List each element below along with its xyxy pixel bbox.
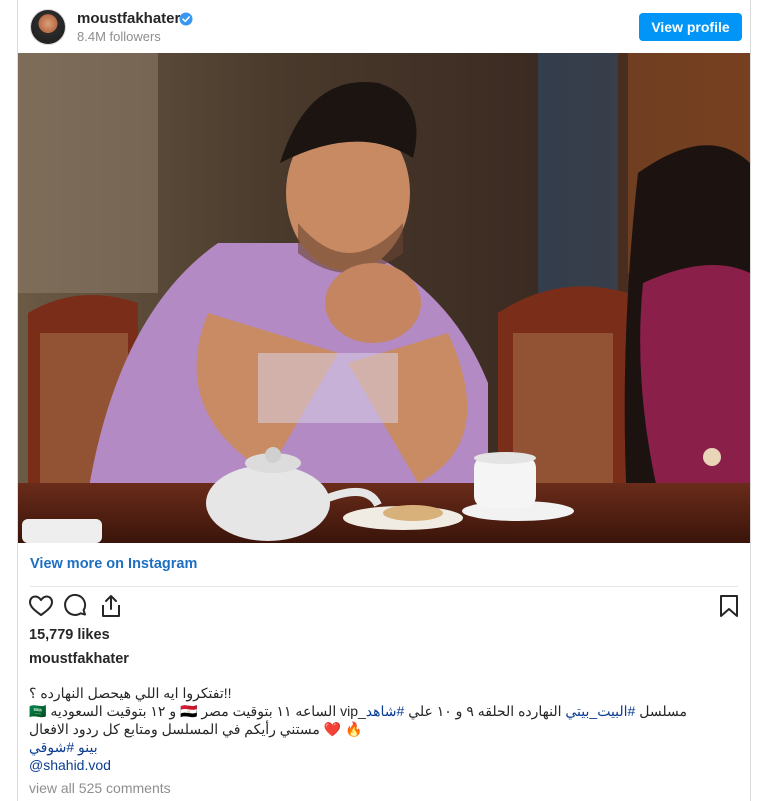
follower-count: 8.4M followers	[77, 29, 161, 44]
post-caption: !!تفتكروا ايه اللي هيحصل النهارده ؟ 🇸🇦 و…	[29, 684, 687, 774]
caption-line: 🔥 ❤️ مستني رأيكم في المسلسل ومتابع كل رد…	[29, 721, 363, 737]
view-all-comments-link[interactable]: view all 525 comments	[29, 780, 171, 796]
instagram-embed-card: moustfakhater 8.4M followers View profil…	[17, 0, 751, 801]
comment-bubble-icon[interactable]	[63, 593, 89, 619]
caption-text: 🇸🇦 و ١٢ بتوقيت السعوديه 🇪🇬 الساعه ١١ بتو…	[29, 703, 341, 719]
heart-icon[interactable]	[28, 593, 54, 619]
mention-link[interactable]: @shahid.vod	[29, 756, 669, 774]
verified-badge-icon	[179, 12, 193, 26]
avatar[interactable]	[30, 9, 66, 45]
hashtag-link[interactable]: #شوقي	[29, 739, 74, 755]
like-count[interactable]: 15,779 likes	[29, 627, 110, 643]
share-icon[interactable]	[98, 593, 124, 619]
caption-line: بينو #شوقي	[29, 738, 669, 756]
caption-line: 🇸🇦 و ١٢ بتوقيت السعوديه 🇪🇬 الساعه ١١ بتو…	[29, 702, 687, 720]
post-photo[interactable]	[18, 53, 750, 543]
post-header: moustfakhater 8.4M followers View profil…	[18, 0, 750, 53]
divider	[30, 586, 738, 587]
caption-line: !!تفتكروا ايه اللي هيحصل النهارده ؟	[29, 685, 232, 701]
action-bar	[28, 593, 740, 621]
caption-username[interactable]: moustfakhater	[29, 651, 129, 667]
view-profile-button[interactable]: View profile	[639, 13, 742, 41]
view-more-on-instagram-link[interactable]: View more on Instagram	[30, 556, 197, 572]
hashtag-link[interactable]: #البيت_بيتي	[565, 703, 635, 719]
post-photo-illustration	[18, 53, 750, 543]
username[interactable]: moustfakhater	[77, 10, 180, 27]
caption-text: النهارده الحلقه ٩ و ١٠ علي	[404, 703, 566, 719]
hashtag-link[interactable]: بينو	[78, 739, 98, 755]
bookmark-icon[interactable]	[716, 593, 742, 619]
hashtag-link[interactable]: #شاهد	[366, 703, 405, 719]
